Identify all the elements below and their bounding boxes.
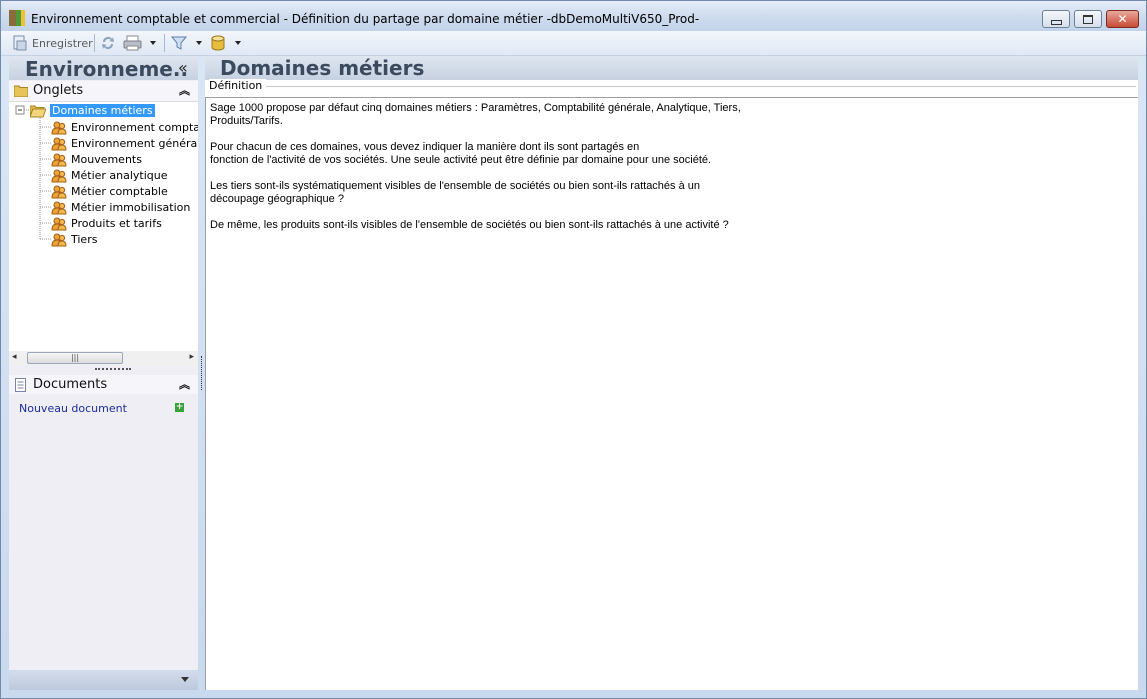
scrollbar-thumb[interactable]: ||| bbox=[27, 352, 123, 364]
folder-icon bbox=[14, 85, 28, 97]
scroll-left-icon[interactable]: ◂ bbox=[12, 352, 17, 362]
window-title: Environnement comptable et commercial - … bbox=[31, 12, 700, 26]
users-icon bbox=[51, 185, 67, 199]
close-button[interactable]: ✕ bbox=[1106, 10, 1139, 28]
tree-item-label: Métier immobilisation bbox=[71, 201, 191, 214]
documents-label: Documents bbox=[33, 377, 108, 392]
refresh-button[interactable] bbox=[100, 34, 116, 52]
tree-item-label: Mouvements bbox=[71, 153, 142, 166]
onglets-section-header[interactable]: Onglets ︽ bbox=[9, 81, 198, 102]
save-label: Enregistrer bbox=[32, 36, 93, 50]
tree-view: Domaines métiers Environnement compta Env… bbox=[9, 102, 198, 351]
tree-item-label: Environnement compta bbox=[71, 121, 198, 134]
title-bar: Environnement comptable et commercial - … bbox=[1, 1, 1146, 31]
users-icon bbox=[51, 217, 67, 231]
toolbar: Enregistrer bbox=[1, 31, 1146, 56]
horizontal-scrollbar[interactable]: ◂ ||| ▸ bbox=[9, 351, 198, 366]
database-dropdown[interactable] bbox=[235, 34, 241, 52]
document-icon bbox=[15, 378, 26, 392]
panel-splitter[interactable] bbox=[95, 368, 131, 372]
filter-dropdown[interactable] bbox=[196, 34, 202, 52]
restore-icon bbox=[1083, 14, 1093, 24]
add-icon[interactable]: + bbox=[175, 403, 184, 412]
chevron-down-icon bbox=[150, 41, 156, 45]
definition-line: découpage géographique ? bbox=[210, 193, 344, 205]
tree-item-label: Métier analytique bbox=[71, 169, 168, 182]
navigation-panel: Environneme.. « Onglets ︽ Domaines métie… bbox=[9, 56, 198, 690]
vertical-splitter[interactable] bbox=[201, 356, 204, 390]
tree-item-label: Environnement généra bbox=[71, 137, 198, 150]
close-icon: ✕ bbox=[1117, 12, 1128, 26]
definition-line: fonction de l'activité de vos sociétés. … bbox=[210, 154, 712, 166]
definition-line: Les tiers sont-ils systématiquement visi… bbox=[210, 180, 701, 192]
tree-item[interactable]: Environnement compta bbox=[51, 120, 198, 135]
chevron-down-icon bbox=[196, 41, 202, 45]
users-icon bbox=[51, 233, 67, 247]
chevron-down-icon bbox=[235, 41, 241, 45]
page-title: Domaines métiers bbox=[220, 56, 425, 80]
tree-root-domaines[interactable]: Domaines métiers bbox=[29, 103, 155, 118]
print-icon bbox=[123, 35, 142, 51]
tree-item-label: Métier comptable bbox=[71, 185, 168, 198]
tree-item-label: Tiers bbox=[71, 233, 98, 246]
content-panel: Domaines métiers Définition Sage 1000 pr… bbox=[205, 56, 1138, 690]
users-icon bbox=[51, 137, 67, 151]
app-icon bbox=[9, 10, 25, 26]
definition-group-label: Définition bbox=[209, 79, 267, 92]
tree-item[interactable]: Environnement généra bbox=[51, 136, 197, 151]
tree-item-label: Produits et tarifs bbox=[71, 217, 162, 230]
tree-item[interactable]: Mouvements bbox=[51, 152, 142, 167]
minimize-button[interactable] bbox=[1042, 10, 1070, 28]
filter-icon bbox=[171, 36, 187, 50]
print-button[interactable] bbox=[123, 34, 143, 52]
users-icon bbox=[51, 169, 67, 183]
tree-item[interactable]: Produits et tarifs bbox=[51, 216, 162, 231]
navigation-footer bbox=[9, 670, 198, 690]
documents-area: Nouveau document + bbox=[9, 394, 198, 670]
definition-line: Produits/Tarifs. bbox=[210, 115, 283, 127]
toolbar-separator bbox=[164, 34, 165, 52]
toolbar-separator bbox=[94, 34, 95, 52]
scroll-right-icon[interactable]: ▸ bbox=[189, 352, 194, 362]
documents-section-header[interactable]: Documents ︽ bbox=[9, 375, 198, 396]
users-icon bbox=[51, 201, 67, 215]
tree-item[interactable]: Métier immobilisation bbox=[51, 200, 190, 215]
refresh-icon bbox=[102, 37, 114, 50]
chevron-down-icon[interactable] bbox=[181, 677, 189, 682]
restore-button[interactable] bbox=[1074, 10, 1102, 28]
new-document-link[interactable]: Nouveau document bbox=[19, 402, 127, 415]
navigation-header: Environneme.. « bbox=[9, 56, 198, 81]
definition-line: Pour chacun de ces domaines, vous devez … bbox=[210, 141, 640, 153]
main-window: Environnement comptable et commercial - … bbox=[0, 0, 1147, 699]
folder-open-icon bbox=[29, 104, 47, 118]
collapse-panel-icon[interactable]: « bbox=[178, 58, 188, 77]
tree-item[interactable]: Tiers bbox=[51, 232, 97, 247]
tree-root-label: Domaines métiers bbox=[50, 104, 155, 117]
database-button[interactable] bbox=[210, 34, 226, 52]
group-divider bbox=[265, 86, 1136, 87]
collapse-section-icon[interactable]: ︽ bbox=[179, 82, 190, 98]
save-button[interactable]: Enregistrer bbox=[12, 34, 93, 52]
print-dropdown[interactable] bbox=[150, 34, 156, 52]
definition-text-box[interactable]: Sage 1000 propose par défaut cinq domain… bbox=[205, 97, 1138, 690]
minimize-icon bbox=[1050, 19, 1062, 25]
definition-line: Sage 1000 propose par défaut cinq domain… bbox=[210, 102, 741, 114]
users-icon bbox=[51, 153, 67, 167]
tree-item[interactable]: Métier comptable bbox=[51, 184, 168, 199]
save-icon bbox=[13, 35, 27, 51]
onglets-label: Onglets bbox=[33, 83, 84, 98]
definition-line: De même, les produits sont-ils visibles … bbox=[210, 219, 729, 231]
tree-item[interactable]: Métier analytique bbox=[51, 168, 168, 183]
filter-button[interactable] bbox=[171, 34, 187, 52]
users-icon bbox=[51, 121, 67, 135]
navigation-title: Environneme.. bbox=[25, 57, 189, 81]
content-header: Domaines métiers bbox=[205, 56, 1138, 80]
database-icon bbox=[211, 35, 225, 51]
collapse-section-icon[interactable]: ︽ bbox=[179, 376, 190, 392]
